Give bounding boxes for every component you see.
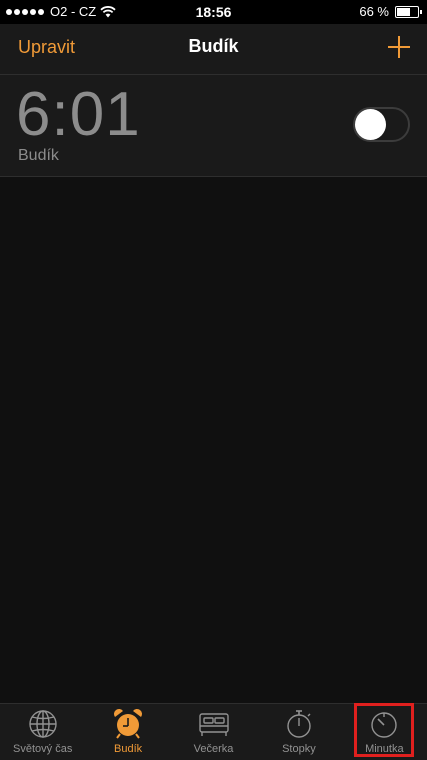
alarm-time: 6:01 <box>16 80 141 149</box>
tab-world-clock[interactable]: Světový čas <box>0 704 85 760</box>
tab-label: Světový čas <box>13 743 73 755</box>
tab-label: Budík <box>114 743 143 755</box>
status-bar: O2 - CZ 18:56 66 % <box>0 0 427 24</box>
status-right: 66 % <box>359 4 422 19</box>
timer-icon <box>371 712 398 738</box>
battery-icon <box>395 5 422 18</box>
tab-label: Stopky <box>282 743 316 755</box>
battery-percent: 66 % <box>359 4 389 19</box>
tab-stopwatch[interactable]: Stopky <box>256 704 341 760</box>
tab-bedtime[interactable]: Večerka <box>171 704 256 760</box>
clock-app-screen: O2 - CZ 18:56 66 % Upravit Budík 6:01 Bu… <box>0 0 427 760</box>
alarm-clock-icon <box>114 709 143 739</box>
tab-label: Minutka <box>365 743 404 755</box>
alarm-list-item[interactable]: 6:01 Budík <box>0 75 427 177</box>
globe-icon <box>29 710 57 738</box>
bed-icon <box>198 713 229 736</box>
alarm-toggle[interactable] <box>353 107 410 142</box>
tab-label: Večerka <box>193 743 234 755</box>
tab-bar: Světový čas Budík Večerka Stopky Minutka <box>0 703 427 760</box>
navigation-bar: Upravit Budík <box>0 24 427 75</box>
stopwatch-icon <box>287 710 311 738</box>
tab-alarm[interactable]: Budík <box>85 704 170 760</box>
tab-timer[interactable]: Minutka <box>342 704 427 760</box>
alarm-label: Budík <box>18 147 59 164</box>
page-title: Budík <box>188 36 239 56</box>
battery-fill <box>397 7 410 16</box>
toggle-knob <box>355 109 386 140</box>
plus-icon[interactable] <box>385 33 413 61</box>
